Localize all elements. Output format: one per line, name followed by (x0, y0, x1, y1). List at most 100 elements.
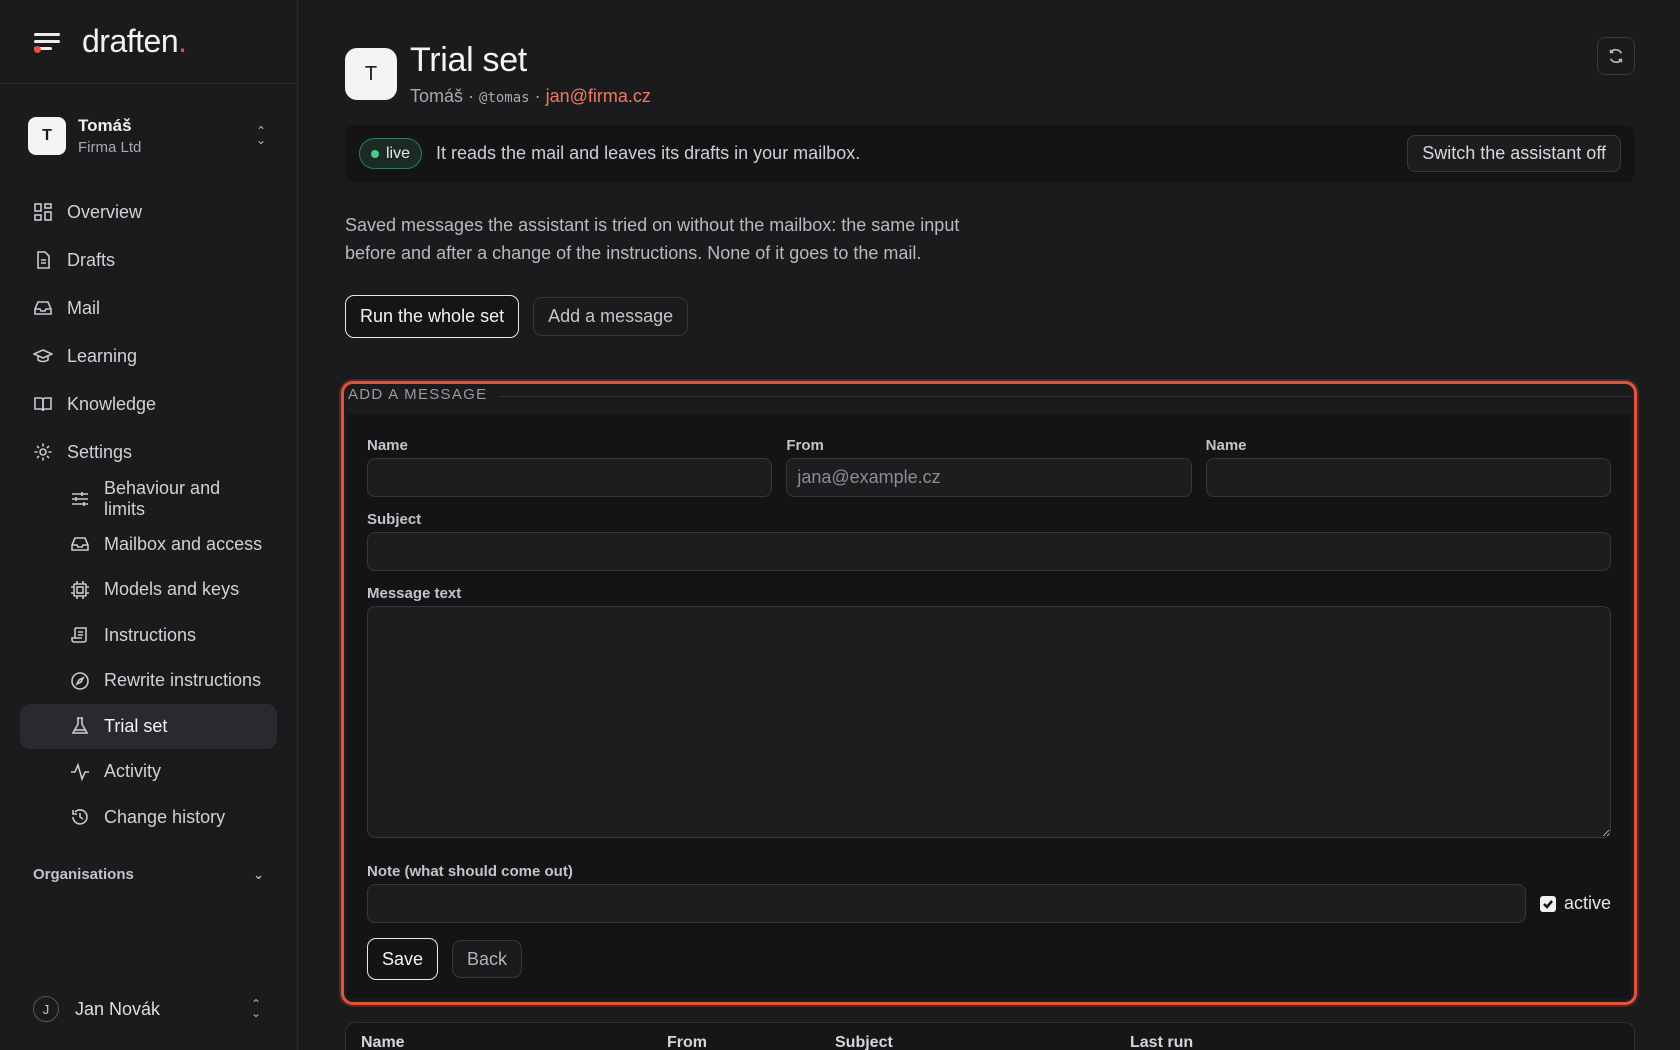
owner-email[interactable]: jan@firma.cz (546, 86, 651, 106)
document-icon (33, 250, 53, 270)
sliders-icon (70, 489, 90, 509)
sidebar-item-label: Behaviour and limits (104, 477, 221, 519)
sidebar-item-trial-set[interactable]: Trial set (20, 703, 277, 749)
trial-set-table-header: Name From Subject Last run (345, 1022, 1635, 1050)
account-name: Tomáš (78, 116, 132, 135)
sidebar-item-label: Overview (67, 201, 143, 222)
sidebar-item-label: Drafts (67, 249, 116, 270)
sidebar-item-label: Settings (67, 441, 133, 462)
chevron-up-down-icon: ⌃ ⌄ (250, 997, 262, 1020)
live-dot-icon (371, 149, 379, 158)
page-header: T Trial set Tomáš · @tomas · jan@firma.c… (345, 40, 1635, 107)
add-message-form: Name From Name Subject (347, 414, 1631, 999)
column-header-from[interactable]: From (667, 1034, 707, 1050)
user-avatar: J (33, 996, 59, 1022)
graduation-cap-icon (33, 346, 53, 366)
add-message-button[interactable]: Add a message (533, 297, 689, 336)
sidebar-item-knowledge[interactable]: Knowledge (20, 380, 277, 428)
back-button[interactable]: Back (452, 940, 523, 978)
note-input[interactable] (367, 884, 1526, 923)
active-checkbox[interactable]: active (1539, 893, 1611, 914)
refresh-button[interactable] (1597, 37, 1635, 75)
status-badge-label: live (386, 144, 411, 162)
page-avatar: T (345, 48, 397, 100)
panel-legend: Add a message (348, 386, 488, 403)
note-label: Note (what should come out) (367, 863, 573, 880)
refresh-icon (1609, 48, 1623, 64)
inbox-icon (33, 298, 53, 318)
sidebar-item-label: Change history (104, 806, 226, 827)
separator: · (463, 86, 480, 106)
sidebar-item-label: Trial set (104, 715, 168, 736)
sender-name-input[interactable] (1205, 458, 1611, 497)
user-switcher[interactable]: J Jan Novák ⌃ ⌄ (33, 996, 264, 1022)
sidebar-item-label: Activity (104, 761, 162, 782)
from-label: From (786, 437, 824, 454)
dashboard-icon (33, 202, 53, 222)
main-content: T Trial set Tomáš · @tomas · jan@firma.c… (341, 0, 1637, 1005)
sidebar-item-mailbox[interactable]: Mailbox and access (20, 522, 277, 568)
sidebar: draften. T Tomáš Firma Ltd ⌃ ⌄ Overview D… (0, 0, 298, 1050)
owner-handle: @tomas (479, 90, 530, 106)
chevron-down-icon: ⌄ (253, 866, 264, 882)
message-text-label: Message text (367, 585, 462, 602)
status-badge: live (359, 138, 423, 169)
sidebar-item-models[interactable]: Models and keys (20, 567, 277, 613)
sidebar-item-label: Mail (67, 297, 101, 318)
checkbox-checked-icon (1539, 895, 1556, 912)
page-meta: Tomáš · @tomas · jan@firma.cz (410, 86, 651, 107)
history-icon (70, 807, 90, 827)
sender-name-label: Name (1205, 437, 1247, 454)
user-name: Jan Novák (75, 998, 161, 1019)
scroll-icon (70, 625, 90, 645)
sidebar-item-overview[interactable]: Overview (20, 188, 277, 236)
page-description: Saved messages the assistant is tried on… (345, 215, 960, 263)
subject-input[interactable] (367, 532, 1611, 571)
sidebar-item-label: Mailbox and access (104, 533, 263, 554)
actions-bar: Run the whole set Add a message (345, 295, 1635, 338)
organisations-toggle[interactable]: Organisations ⌄ (33, 866, 264, 883)
save-button[interactable]: Save (367, 938, 439, 980)
sidebar-item-label: Instructions (104, 624, 197, 645)
sidebar-item-mail[interactable]: Mail (20, 284, 277, 332)
sidebar-item-activity[interactable]: Activity (20, 749, 277, 795)
sidebar-item-drafts[interactable]: Drafts (20, 236, 277, 284)
column-header-subject[interactable]: Subject (835, 1034, 893, 1050)
sidebar-item-change-history[interactable]: Change history (20, 795, 277, 841)
sidebar-item-label: Knowledge (67, 393, 157, 414)
account-switcher[interactable]: T Tomáš Firma Ltd ⌃ ⌄ (0, 84, 297, 188)
inbox-icon (70, 534, 90, 554)
organisations-label: Organisations (33, 866, 134, 883)
name-input[interactable] (367, 458, 773, 497)
sidebar-item-rewrite[interactable]: Rewrite instructions (20, 658, 277, 704)
column-header-name[interactable]: Name (361, 1034, 405, 1050)
activity-icon (70, 762, 90, 782)
message-text-input[interactable] (367, 606, 1611, 838)
flask-icon (70, 716, 90, 736)
gear-icon (33, 442, 53, 462)
menu-icon[interactable] (34, 31, 60, 53)
separator: · (529, 86, 546, 106)
account-org: Firma Ltd (78, 139, 142, 156)
chevron-up-down-icon: ⌃ ⌄ (255, 124, 267, 147)
from-input[interactable] (786, 458, 1192, 497)
run-whole-set-button[interactable]: Run the whole set (345, 295, 520, 338)
sidebar-item-settings[interactable]: Settings (20, 428, 277, 476)
book-icon (33, 394, 53, 414)
sidebar-item-behaviour[interactable]: Behaviour and limits (20, 476, 277, 522)
name-label: Name (367, 437, 408, 454)
compass-icon (70, 671, 90, 691)
status-message: It reads the mail and leaves its drafts … (436, 143, 861, 163)
active-label: active (1563, 893, 1611, 913)
sidebar-item-learning[interactable]: Learning (20, 332, 277, 380)
cpu-icon (70, 580, 90, 600)
column-header-last-run[interactable]: Last run (1130, 1034, 1193, 1050)
sidebar-item-label: Rewrite instructions (104, 670, 262, 691)
account-avatar: T (28, 117, 66, 155)
brand-bar: draften. (0, 0, 297, 84)
logo[interactable]: draften. (82, 23, 187, 60)
sidebar-item-instructions[interactable]: Instructions (20, 613, 277, 659)
owner-name: Tomáš (410, 86, 464, 106)
assistant-status-bar: live It reads the mail and leaves its dr… (345, 125, 1635, 182)
switch-assistant-off-button[interactable]: Switch the assistant off (1407, 135, 1621, 172)
